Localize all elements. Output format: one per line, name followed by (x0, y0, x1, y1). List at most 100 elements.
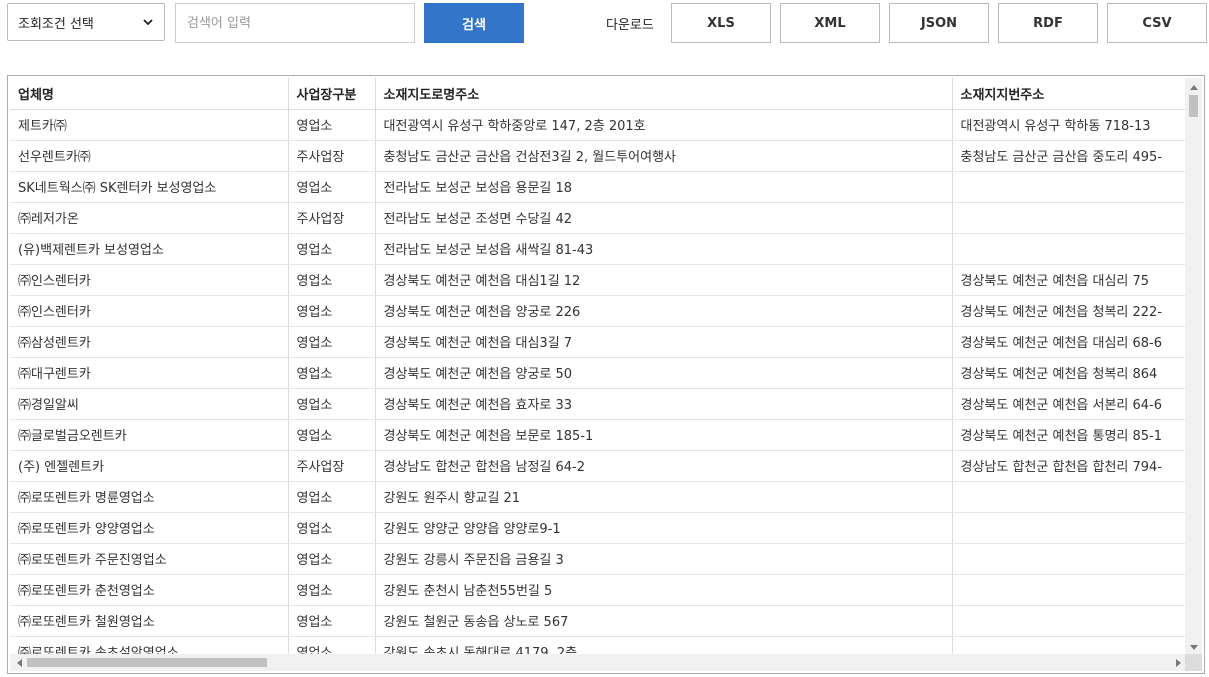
cell-company: ㈜로또렌트카 속초설악영업소 (10, 636, 288, 656)
cell-lot-address: 경상북도 예천군 예천읍 청복리 222- (951, 295, 1187, 327)
cell-lot-address (951, 543, 1187, 575)
table-row[interactable]: ㈜로또렌트카 속초설악영업소 영업소 강원도 속초시 동해대로 4179, 2층 (10, 636, 1187, 656)
cell-business-type: 영업소 (287, 388, 375, 420)
cell-lot-address: 경상북도 예천군 예천읍 서본리 64-6 (951, 388, 1187, 420)
cell-company: ㈜로또렌트카 춘천영업소 (10, 574, 288, 606)
cell-company: (주) 엔젤렌트카 (10, 450, 288, 482)
search-button[interactable]: 검색 (424, 3, 524, 43)
cell-company: ㈜로또렌트카 주문진영업소 (10, 543, 288, 575)
cell-road-address: 강원도 양양군 양양읍 양양로9-1 (374, 512, 952, 544)
vertical-scrollbar[interactable] (1185, 78, 1202, 656)
cell-business-type: 영업소 (287, 636, 375, 656)
cell-lot-address (951, 636, 1187, 656)
scroll-up-arrow-icon[interactable] (1185, 78, 1202, 95)
cell-road-address: 강원도 원주시 향교길 21 (374, 481, 952, 513)
condition-select-value: 조회조건 선택 (18, 16, 94, 32)
cell-business-type: 영업소 (287, 419, 375, 451)
cell-lot-address (951, 574, 1187, 606)
cell-road-address: 경상북도 예천군 예천읍 양궁로 226 (374, 295, 952, 327)
download-rdf-button[interactable]: RDF (998, 3, 1098, 43)
table-row[interactable]: ㈜로또렌트카 주문진영업소 영업소 강원도 강릉시 주문진읍 금용길 3 (10, 543, 1187, 575)
table-row[interactable]: 제트카㈜ 영업소 대전광역시 유성구 학하중앙로 147, 2층 201호 대전광역시… (10, 109, 1187, 141)
table-row[interactable]: SK네트웍스㈜ SK렌터카 보성영업소 영업소 전라남도 보성군 보성읍 용문길 1… (10, 171, 1187, 203)
download-xml-button[interactable]: XML (780, 3, 880, 43)
cell-company: ㈜로또렌트카 철원영업소 (10, 605, 288, 637)
cell-company: ㈜대구렌트카 (10, 357, 288, 389)
download-xls-button[interactable]: XLS (671, 3, 771, 43)
cell-business-type: 영업소 (287, 171, 375, 203)
table-header-row: 업체명 사업장구분 소재지도로명주소 소재지지번주소 (10, 78, 1187, 110)
vertical-scroll-thumb[interactable] (1189, 95, 1198, 117)
cell-lot-address: 대전광역시 유성구 학하동 718-13 (951, 109, 1187, 141)
table-row[interactable]: ㈜로또렌트카 춘천영업소 영업소 강원도 춘천시 남춘천55번길 5 (10, 574, 1187, 606)
cell-lot-address: 충청남도 금산군 금산읍 중도리 495- (951, 140, 1187, 172)
chevron-down-icon (143, 19, 153, 26)
table-row[interactable]: ㈜삼성렌트카 영업소 경상북도 예천군 예천읍 대심3길 7 경상북도 예천군 예천읍… (10, 326, 1187, 358)
download-csv-button[interactable]: CSV (1107, 3, 1207, 43)
cell-lot-address (951, 481, 1187, 513)
column-header-road-address[interactable]: 소재지도로명주소 (374, 78, 952, 110)
table-row[interactable]: ㈜로또렌트카 명륜영업소 영업소 강원도 원주시 향교길 21 (10, 481, 1187, 513)
cell-business-type: 영업소 (287, 512, 375, 544)
column-header-business-type[interactable]: 사업장구분 (287, 78, 375, 110)
cell-company: ㈜레저가온 (10, 202, 288, 234)
cell-company: SK네트웍스㈜ SK렌터카 보성영업소 (10, 171, 288, 203)
table-row[interactable]: ㈜대구렌트카 영업소 경상북도 예천군 예천읍 양궁로 50 경상북도 예천군 예천읍… (10, 357, 1187, 389)
column-header-lot-address[interactable]: 소재지지번주소 (951, 78, 1187, 110)
table-row[interactable]: ㈜글로벌금오렌트카 영업소 경상북도 예천군 예천읍 보문로 185-1 경상북도 예… (10, 419, 1187, 451)
cell-lot-address (951, 605, 1187, 637)
table-row[interactable]: ㈜로또렌트카 철원영업소 영업소 강원도 철원군 동송읍 상노로 567 (10, 605, 1187, 637)
cell-road-address: 경상북도 예천군 예천읍 양궁로 50 (374, 357, 952, 389)
cell-company: ㈜글로벌금오렌트카 (10, 419, 288, 451)
table-row[interactable]: (주) 엔젤렌트카 주사업장 경상남도 합천군 합천읍 남정길 64-2 경상남도 합… (10, 450, 1187, 482)
cell-road-address: 경상북도 예천군 예천읍 대심1길 12 (374, 264, 952, 296)
cell-road-address: 충청남도 금산군 금산읍 건삼전3길 2, 월드투어여행사 (374, 140, 952, 172)
cell-business-type: 주사업장 (287, 202, 375, 234)
cell-business-type: 주사업장 (287, 140, 375, 172)
scrollbar-corner (1185, 654, 1202, 671)
cell-lot-address: 경상북도 예천군 예천읍 청복리 864 (951, 357, 1187, 389)
table-row[interactable]: ㈜인스렌터카 영업소 경상북도 예천군 예천읍 양궁로 226 경상북도 예천군 예천… (10, 295, 1187, 327)
cell-business-type: 영업소 (287, 233, 375, 265)
cell-lot-address (951, 202, 1187, 234)
cell-lot-address: 경상남도 합천군 합천읍 합천리 794- (951, 450, 1187, 482)
search-input[interactable] (175, 3, 415, 43)
cell-company: (유)백제렌트카 보성영업소 (10, 233, 288, 265)
cell-business-type: 영업소 (287, 109, 375, 141)
cell-business-type: 영업소 (287, 295, 375, 327)
table-row[interactable]: ㈜경일알씨 영업소 경상북도 예천군 예천읍 효자로 33 경상북도 예천군 예천읍 … (10, 388, 1187, 420)
cell-company: ㈜인스렌터카 (10, 264, 288, 296)
cell-road-address: 전라남도 보성군 보성읍 용문길 18 (374, 171, 952, 203)
cell-road-address: 경상남도 합천군 합천읍 남정길 64-2 (374, 450, 952, 482)
toolbar: 조회조건 선택 검색 다운로드 XLS XML JSON RDF CSV (0, 0, 1209, 46)
table-row[interactable]: ㈜로또렌트카 양양영업소 영업소 강원도 양양군 양양읍 양양로9-1 (10, 512, 1187, 544)
cell-lot-address (951, 233, 1187, 265)
cell-road-address: 강원도 속초시 동해대로 4179, 2층 (374, 636, 952, 656)
table-row[interactable]: ㈜레저가온 주사업장 전라남도 보성군 조성면 수당길 42 (10, 202, 1187, 234)
scroll-left-arrow-icon[interactable] (10, 654, 27, 671)
cell-company: 제트카㈜ (10, 109, 288, 141)
table-row[interactable]: 선우렌트카㈜ 주사업장 충청남도 금산군 금산읍 건삼전3길 2, 월드투어여행사 충… (10, 140, 1187, 172)
cell-road-address: 대전광역시 유성구 학하중앙로 147, 2층 201호 (374, 109, 952, 141)
cell-company: ㈜삼성렌트카 (10, 326, 288, 358)
cell-company: ㈜인스렌터카 (10, 295, 288, 327)
cell-company: ㈜경일알씨 (10, 388, 288, 420)
cell-business-type: 영업소 (287, 326, 375, 358)
cell-lot-address: 경상북도 예천군 예천읍 대심리 75 (951, 264, 1187, 296)
cell-company: 선우렌트카㈜ (10, 140, 288, 172)
cell-business-type: 영업소 (287, 574, 375, 606)
cell-road-address: 경상북도 예천군 예천읍 대심3길 7 (374, 326, 952, 358)
data-table: 업체명 사업장구분 소재지도로명주소 소재지지번주소 제트카㈜ 영업소 대전광역시 … (10, 78, 1187, 656)
cell-business-type: 영업소 (287, 357, 375, 389)
condition-select[interactable]: 조회조건 선택 (7, 3, 165, 41)
table-row[interactable]: (유)백제렌트카 보성영업소 영업소 전라남도 보성군 보성읍 새싹길 81-43 (10, 233, 1187, 265)
horizontal-scroll-thumb[interactable] (27, 658, 267, 667)
download-json-button[interactable]: JSON (889, 3, 989, 43)
horizontal-scrollbar[interactable] (10, 654, 1187, 671)
cell-road-address: 전라남도 보성군 조성면 수당길 42 (374, 202, 952, 234)
table-row[interactable]: ㈜인스렌터카 영업소 경상북도 예천군 예천읍 대심1길 12 경상북도 예천군 예천… (10, 264, 1187, 296)
cell-road-address: 경상북도 예천군 예천읍 보문로 185-1 (374, 419, 952, 451)
column-header-company[interactable]: 업체명 (10, 78, 288, 110)
cell-road-address: 강원도 철원군 동송읍 상노로 567 (374, 605, 952, 637)
cell-business-type: 영업소 (287, 264, 375, 296)
